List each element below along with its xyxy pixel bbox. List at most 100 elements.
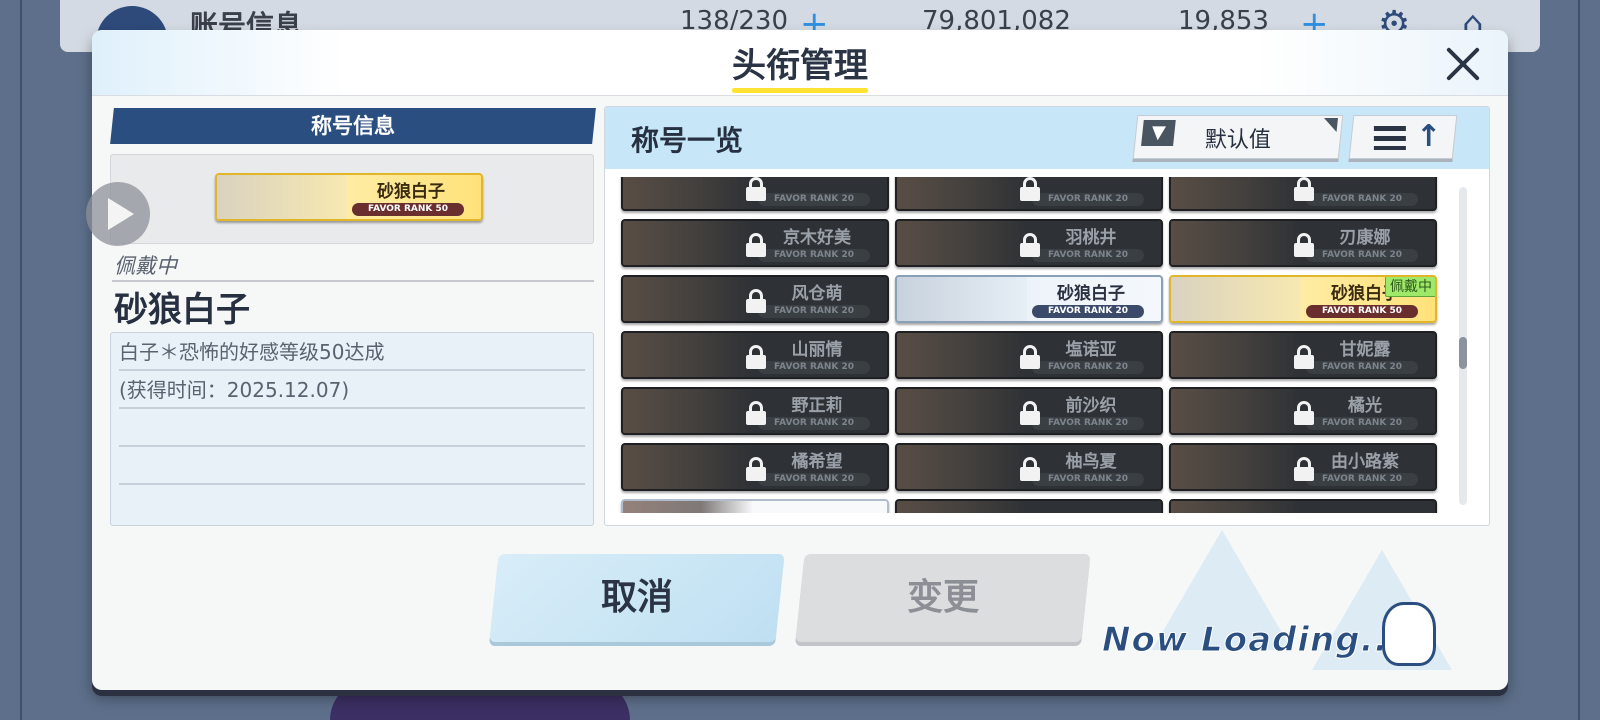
title-card[interactable]: 橘希望 FAVOR RANK 20 bbox=[621, 443, 889, 491]
filter-button[interactable]: ▼ 默认值 bbox=[1132, 115, 1344, 159]
scrollbar[interactable] bbox=[1459, 187, 1467, 505]
scrollbar-thumb[interactable] bbox=[1459, 337, 1467, 369]
change-button[interactable]: 变更 bbox=[795, 554, 1091, 642]
title-card[interactable]: 甘妮露 FAVOR RANK 20 bbox=[1169, 331, 1437, 379]
title-card[interactable]: 风仓萌 FAVOR RANK 20 bbox=[621, 275, 889, 323]
character-portrait bbox=[1171, 445, 1301, 489]
title-underline bbox=[732, 88, 868, 93]
description-line: (获得时间：2025.12.07) bbox=[119, 371, 585, 409]
favor-rank-label: FAVOR RANK 20 bbox=[1306, 193, 1418, 206]
character-portrait bbox=[623, 277, 753, 321]
title-card[interactable]: 塩诺亚 FAVOR RANK 20 bbox=[895, 331, 1163, 379]
character-portrait bbox=[623, 177, 753, 209]
favor-rank-label: FAVOR RANK 20 bbox=[1032, 361, 1144, 374]
equipped-title-name: 砂狼白子 bbox=[114, 290, 250, 330]
favor-rank-label: FAVOR RANK 20 bbox=[758, 473, 870, 486]
favor-rank-label: FAVOR RANK 20 bbox=[1306, 361, 1418, 374]
lock-icon bbox=[1019, 345, 1041, 369]
lock-icon bbox=[745, 457, 767, 481]
cancel-label: 取消 bbox=[600, 577, 673, 618]
title-card[interactable]: 山丽情 FAVOR RANK 20 bbox=[621, 331, 889, 379]
lock-icon bbox=[1293, 177, 1315, 201]
description-line bbox=[119, 447, 585, 485]
title-card[interactable]: 砂狼白子 FAVOR RANK 20 bbox=[895, 275, 1163, 323]
title-card[interactable]: FAVOR RANK 20 bbox=[895, 177, 1163, 211]
title-card[interactable] bbox=[621, 499, 889, 513]
lock-icon bbox=[1019, 457, 1041, 481]
favor-rank-label: FAVOR RANK 20 bbox=[1306, 473, 1418, 486]
favor-rank-label: FAVOR RANK 20 bbox=[1306, 417, 1418, 430]
title-card[interactable]: 羽桃井 FAVOR RANK 20 bbox=[895, 219, 1163, 267]
lock-icon bbox=[1019, 233, 1041, 257]
character-portrait bbox=[897, 445, 1027, 489]
character-portrait bbox=[1171, 177, 1301, 209]
lock-icon bbox=[1293, 345, 1315, 369]
title-card[interactable]: 由小路紫 FAVOR RANK 20 bbox=[1169, 443, 1437, 491]
description-line: 白子＊恐怖的好感等级50达成 bbox=[119, 333, 585, 371]
character-portrait bbox=[897, 333, 1027, 377]
character-portrait bbox=[1171, 501, 1301, 513]
title-card[interactable]: 砂狼白子 FAVOR RANK 50 佩戴中 bbox=[1169, 275, 1437, 323]
title-card[interactable] bbox=[1169, 499, 1437, 513]
favor-rank-label: FAVOR RANK 20 bbox=[758, 361, 870, 374]
change-label: 变更 bbox=[906, 577, 979, 618]
character-portrait bbox=[897, 389, 1027, 433]
character-portrait bbox=[897, 501, 1027, 513]
close-icon[interactable] bbox=[1442, 42, 1484, 84]
title-card[interactable]: 野正莉 FAVOR RANK 20 bbox=[621, 387, 889, 435]
favor-rank-label: FAVOR RANK 20 bbox=[1032, 249, 1144, 262]
cancel-button[interactable]: 取消 bbox=[489, 554, 785, 642]
favor-rank-label: FAVOR RANK 20 bbox=[758, 417, 870, 430]
favor-rank-label: FAVOR RANK 20 bbox=[758, 193, 870, 206]
favor-rank-label: FAVOR RANK 20 bbox=[758, 249, 870, 262]
character-portrait bbox=[623, 333, 753, 377]
equipped-badge: 佩戴中 bbox=[1385, 277, 1435, 297]
title-card[interactable]: 京木好美 FAVOR RANK 20 bbox=[621, 219, 889, 267]
dialog-header: 头衔管理 bbox=[92, 30, 1508, 96]
character-portrait bbox=[897, 277, 1027, 321]
list-icon bbox=[1373, 126, 1406, 150]
description-line bbox=[119, 409, 585, 447]
equipped-label: 佩戴中 bbox=[114, 254, 177, 278]
title-card[interactable] bbox=[895, 499, 1163, 513]
title-grid[interactable]: FAVOR RANK 20 FAVOR RANK 20 FAVOR RANK 20 京… bbox=[615, 177, 1455, 513]
title-management-dialog: 头衔管理 称号信息 砂狼白子 FAVOR RANK 50 佩戴中 砂狼白子 白子… bbox=[92, 30, 1508, 690]
title-card[interactable]: 前沙织 FAVOR RANK 20 bbox=[895, 387, 1163, 435]
title-info-header: 称号信息 bbox=[110, 108, 596, 144]
filter-label: 默认值 bbox=[1204, 128, 1271, 153]
favor-rank-label: FAVOR RANK 20 bbox=[1032, 473, 1144, 486]
title-list-header: 称号一览 ▼ 默认值 ↑ bbox=[605, 107, 1489, 169]
character-portrait bbox=[217, 175, 347, 219]
lock-icon bbox=[745, 233, 767, 257]
title-card[interactable]: 刃康娜 FAVOR RANK 20 bbox=[1169, 219, 1437, 267]
title-list-panel: 称号一览 ▼ 默认值 ↑ FAVOR RANK 20 FAVOR RANK 20 F… bbox=[604, 106, 1490, 526]
character-portrait bbox=[1171, 389, 1301, 433]
preview-title-name: 砂狼白子 bbox=[377, 182, 445, 202]
character-portrait bbox=[623, 389, 753, 433]
title-card[interactable]: FAVOR RANK 20 bbox=[621, 177, 889, 211]
favor-rank-label: FAVOR RANK 20 bbox=[1032, 193, 1144, 206]
character-portrait bbox=[897, 221, 1027, 265]
play-icon[interactable] bbox=[86, 182, 150, 246]
title-card[interactable]: FAVOR RANK 20 bbox=[1169, 177, 1437, 211]
favor-rank-label: FAVOR RANK 20 bbox=[1032, 305, 1144, 318]
character-portrait bbox=[1171, 277, 1301, 321]
favor-rank-label: FAVOR RANK 20 bbox=[1306, 249, 1418, 262]
mascot-icon bbox=[1382, 602, 1436, 666]
title-card[interactable]: 橘光 FAVOR RANK 20 bbox=[1169, 387, 1437, 435]
preview-favor-rank: FAVOR RANK 50 bbox=[352, 203, 464, 216]
title-card[interactable]: 柚鸟夏 FAVOR RANK 20 bbox=[895, 443, 1163, 491]
sort-button[interactable]: ↑ bbox=[1348, 115, 1458, 159]
lock-icon bbox=[745, 345, 767, 369]
character-portrait bbox=[623, 221, 753, 265]
lock-icon bbox=[745, 289, 767, 313]
lock-icon bbox=[1019, 401, 1041, 425]
preview-title-card: 砂狼白子 FAVOR RANK 50 bbox=[215, 173, 483, 221]
title-info-label: 称号信息 bbox=[311, 114, 395, 138]
lock-icon bbox=[1293, 401, 1315, 425]
title-list-label: 称号一览 bbox=[631, 124, 744, 157]
description-box: 白子＊恐怖的好感等级50达成 (获得时间：2025.12.07) bbox=[110, 332, 594, 526]
character-portrait bbox=[1171, 221, 1301, 265]
now-loading-text: Now Loading... bbox=[1101, 620, 1403, 661]
title-name: 砂狼白子 bbox=[1057, 284, 1125, 304]
